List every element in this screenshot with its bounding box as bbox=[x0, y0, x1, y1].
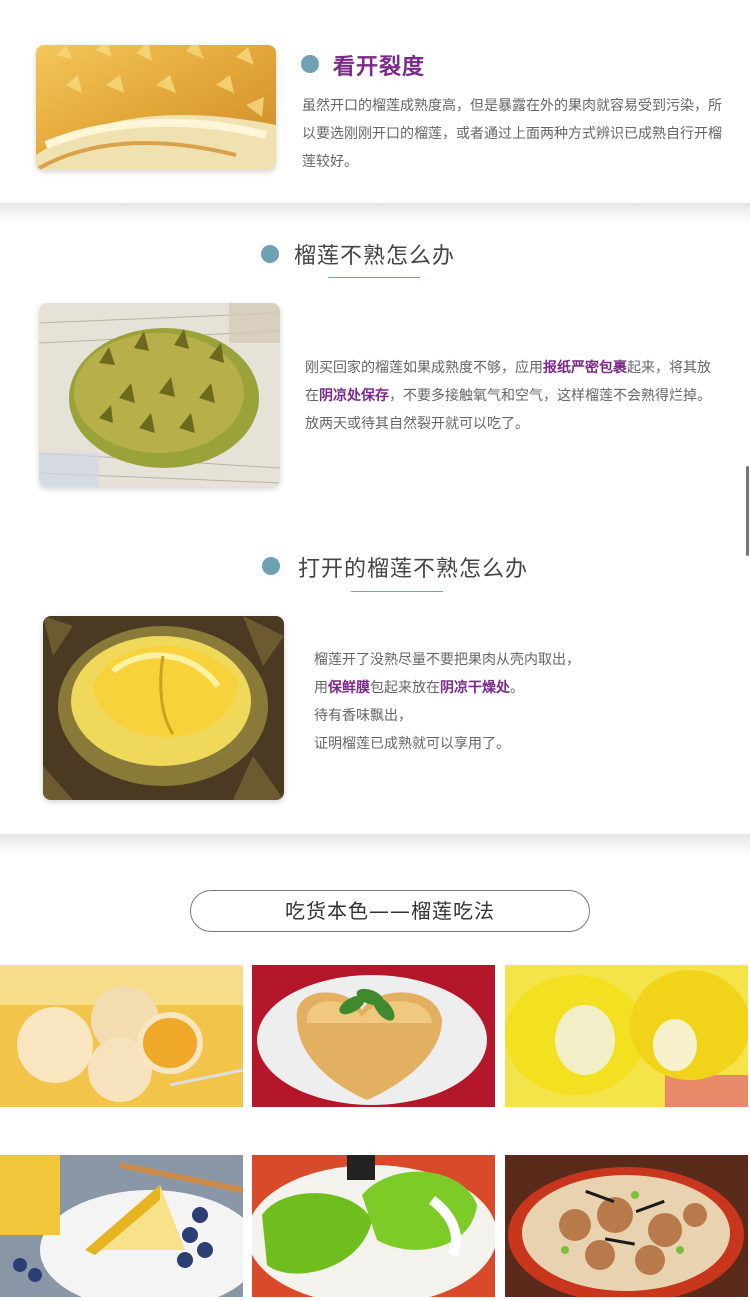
opened-line-1: 榴莲开了没熟尽量不要把果肉从壳内取出， bbox=[314, 652, 580, 668]
highlight-newspaper-wrap: 报纸严密包裹 bbox=[543, 360, 627, 376]
unripe-text-a: 刚买回家的榴莲如果成熟度不够，应用 bbox=[305, 360, 543, 376]
check-crack-text: 虽然开口的榴莲成熟度高，但是暴露在外的果肉就容易受到污染，所以要选刚刚开口的榴莲… bbox=[302, 98, 722, 170]
highlight-cling-film: 保鲜膜 bbox=[328, 680, 370, 696]
durian-open-flesh-photo bbox=[43, 616, 284, 800]
unripe-text: 刚买回家的榴莲如果成熟度不够，应用报纸严密包裹起来，将其放在阴凉处保存，不要多接… bbox=[305, 354, 720, 438]
foodie-banner-text: 吃货本色——榴莲吃法 bbox=[285, 899, 495, 923]
section-check-crack: 看开裂度 虽然开口的榴莲成熟度高，但是暴露在外的果肉就容易受到污染，所以要选刚刚… bbox=[0, 0, 750, 203]
section-title-unripe: 榴莲不熟怎么办 bbox=[294, 244, 456, 269]
foodie-banner: 吃货本色——榴莲吃法 bbox=[190, 890, 590, 932]
food-durian-pastry-roll bbox=[505, 965, 748, 1107]
opened-line-2: 用保鲜膜包起来放在阴凉干燥处。 bbox=[314, 674, 714, 702]
section-title-check-crack: 看开裂度 bbox=[333, 55, 426, 80]
highlight-cool-place: 阴凉处保存 bbox=[319, 388, 389, 404]
opened-line-2-b: 包起来放在 bbox=[370, 680, 440, 696]
opened-line-2-c: 。 bbox=[510, 680, 524, 696]
durian-opened-photo bbox=[36, 45, 276, 170]
divider-shadow bbox=[0, 834, 750, 856]
food-durian-chicken-hotpot bbox=[505, 1155, 748, 1297]
bullet-dot bbox=[261, 245, 279, 263]
durian-wrapped-photo bbox=[39, 303, 280, 487]
food-durian-pancake bbox=[252, 1155, 495, 1297]
food-durian-mille-crepe bbox=[0, 1155, 243, 1297]
bullet-dot bbox=[301, 55, 319, 73]
opened-line-2-a: 用 bbox=[314, 680, 328, 696]
bullet-dot bbox=[262, 557, 280, 575]
food-durian-mochi bbox=[0, 965, 243, 1107]
opened-unripe-text: 榴莲开了没熟尽量不要把果肉从壳内取出， 用保鲜膜包起来放在阴凉干燥处。 待有香味… bbox=[314, 646, 714, 758]
scrollbar-thumb[interactable] bbox=[746, 466, 749, 556]
section-title-opened-unripe: 打开的榴莲不熟怎么办 bbox=[298, 557, 529, 582]
opened-line-4: 证明榴莲已成熟就可以享用了。 bbox=[314, 736, 510, 752]
title-underline bbox=[351, 591, 443, 592]
title-underline bbox=[328, 277, 420, 278]
highlight-cool-dry-place: 阴凉干燥处 bbox=[440, 680, 510, 696]
food-durian-heart-cake bbox=[252, 965, 495, 1107]
divider-shadow bbox=[0, 203, 750, 225]
opened-line-3: 待有香味飘出， bbox=[314, 708, 412, 724]
